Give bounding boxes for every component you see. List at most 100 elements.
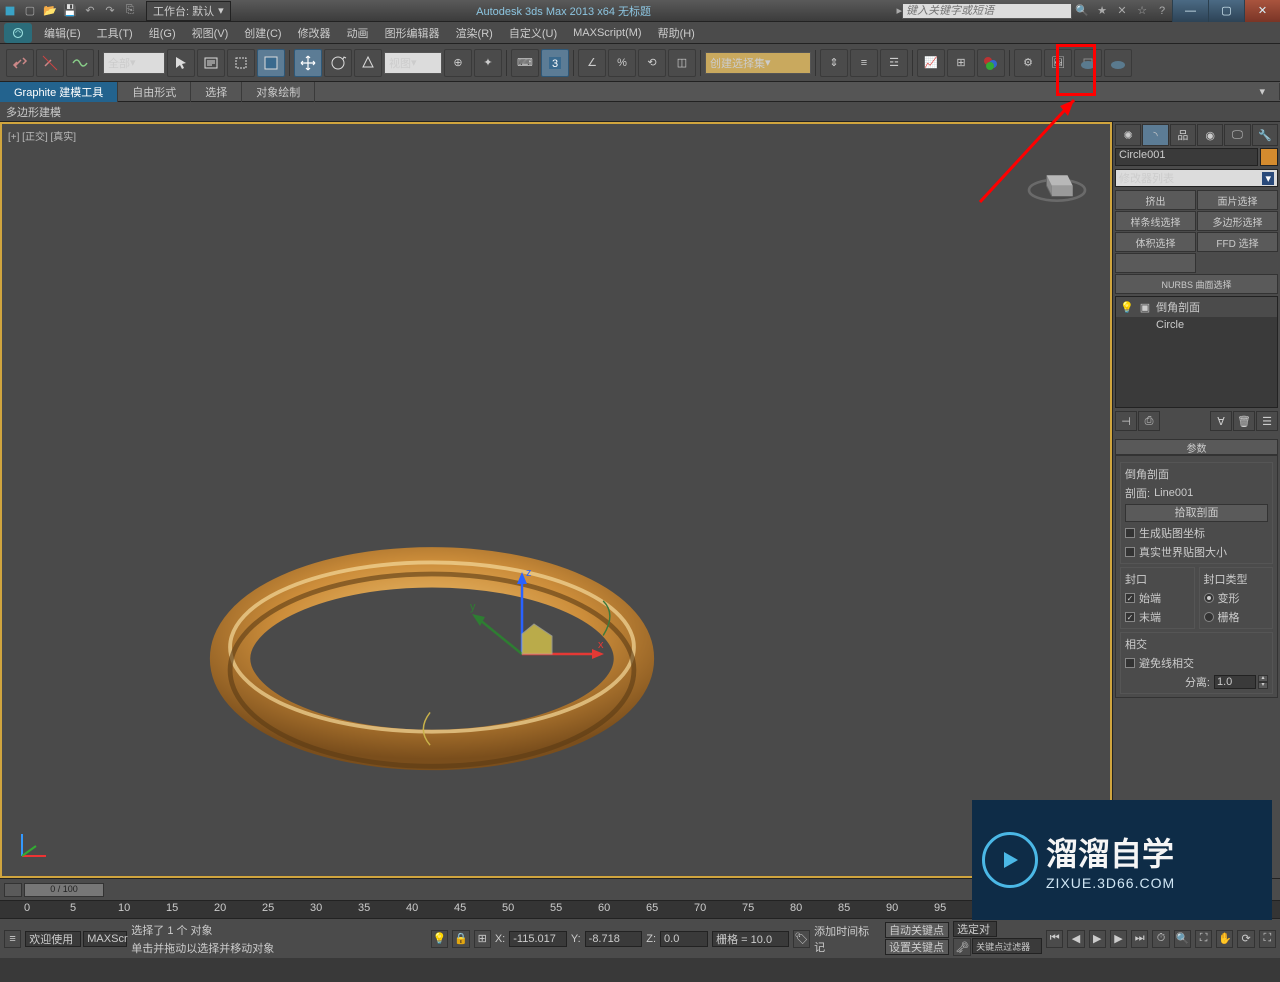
maxscript-label[interactable]: MAXScr — [83, 931, 127, 947]
morph-radio[interactable] — [1204, 593, 1214, 603]
manipulate-icon[interactable]: ✦ — [474, 49, 502, 77]
search-icon[interactable]: 🔍 — [1073, 3, 1091, 19]
pick-profile-button[interactable]: 拾取剖面 — [1125, 504, 1268, 522]
app-menu-button[interactable] — [4, 23, 32, 43]
viewport[interactable]: [+] [正交] [真实] — [0, 122, 1112, 878]
menu-modifiers[interactable]: 修改器 — [290, 23, 339, 43]
mod-btn-ffdsel[interactable]: FFD 选择 — [1197, 232, 1278, 252]
menu-tools[interactable]: 工具(T) — [89, 23, 141, 43]
separate-spinner[interactable]: 1.0▴▾ — [1214, 675, 1268, 689]
rollout-header-params[interactable]: 参数 — [1115, 439, 1278, 455]
pan-icon[interactable]: ✋ — [1216, 930, 1233, 948]
menu-edit[interactable]: 编辑(E) — [36, 23, 89, 43]
time-config-icon[interactable]: ⏱ — [1152, 930, 1169, 948]
workspace-dropdown[interactable]: 工作台: 默认▾ — [146, 1, 231, 21]
menu-maxscript[interactable]: MAXScript(M) — [565, 25, 649, 41]
show-end-icon[interactable]: ⎙ — [1138, 411, 1160, 431]
material-editor-icon[interactable] — [977, 49, 1005, 77]
help-icon[interactable]: ? — [1153, 3, 1171, 19]
key-icon[interactable]: 🗝 — [953, 938, 971, 956]
stack-item-circle[interactable]: Circle — [1116, 317, 1277, 333]
new-icon[interactable]: ▢ — [21, 3, 39, 19]
selection-filter-dropdown[interactable]: 全部▾ — [103, 52, 165, 74]
rendered-frame-icon[interactable]: 🖼 — [1044, 49, 1072, 77]
select-by-name-icon[interactable] — [197, 49, 225, 77]
utilities-tab-icon[interactable]: 🔧 — [1252, 124, 1278, 146]
prev-frame-icon[interactable]: ◀ — [1067, 930, 1084, 948]
ribbon-tab-selection[interactable]: 选择 — [191, 82, 242, 102]
sat-icon[interactable]: ☆ — [1133, 3, 1151, 19]
keyboard-shortcut-icon[interactable]: ⌨ — [511, 49, 539, 77]
keyfilter-button[interactable]: 关键点过滤器 — [972, 938, 1042, 954]
mod-btn-polysel[interactable]: 多边形选择 — [1197, 211, 1278, 231]
goto-start-icon[interactable]: ⏮ — [1046, 930, 1063, 948]
mod-btn-nurbs[interactable]: NURBS 曲面选择 — [1115, 274, 1278, 294]
pivot-icon[interactable]: ⊕ — [444, 49, 472, 77]
ribbon-tab-freeform[interactable]: 自由形式 — [118, 82, 191, 102]
snap-toggle-icon[interactable]: 3 — [541, 49, 569, 77]
lock-selection-icon[interactable]: 🔒 — [452, 930, 469, 948]
schematic-view-icon[interactable]: ⊞ — [947, 49, 975, 77]
slider-end-icon[interactable] — [4, 883, 22, 897]
menu-customize[interactable]: 自定义(U) — [501, 23, 565, 43]
avoid-intersect-checkbox[interactable] — [1125, 658, 1135, 668]
modifier-stack[interactable]: 💡▣ 倒角剖面 Circle — [1115, 296, 1278, 408]
autokey-button[interactable]: 自动关键点 — [885, 922, 949, 938]
gen-uv-checkbox[interactable] — [1125, 528, 1135, 538]
bind-spacewarp-icon[interactable] — [66, 49, 94, 77]
minimize-button[interactable]: — — [1172, 0, 1208, 22]
object-name-input[interactable]: Circle001 — [1115, 148, 1258, 166]
menu-views[interactable]: 视图(V) — [184, 23, 237, 43]
undo-icon[interactable]: ↶ — [81, 3, 99, 19]
motion-tab-icon[interactable]: ◉ — [1197, 124, 1223, 146]
make-unique-icon[interactable]: ∀ — [1210, 411, 1232, 431]
move-tool-icon[interactable] — [294, 49, 322, 77]
fav-icon[interactable]: ★ — [1093, 3, 1111, 19]
ribbon-panel-label[interactable]: 多边形建模 — [6, 104, 61, 120]
menu-group[interactable]: 组(G) — [141, 23, 184, 43]
menu-grapheditors[interactable]: 图形编辑器 — [377, 23, 448, 43]
select-object-icon[interactable] — [167, 49, 195, 77]
menu-help[interactable]: 帮助(H) — [650, 23, 703, 43]
exchange-icon[interactable]: ✕ — [1113, 3, 1131, 19]
orbit-icon[interactable]: ⟳ — [1237, 930, 1254, 948]
viewcube[interactable] — [1022, 142, 1092, 212]
ribbon-tab-objectpaint[interactable]: 对象绘制 — [242, 82, 315, 102]
unlink-tool-icon[interactable] — [36, 49, 64, 77]
close-button[interactable]: ✕ — [1244, 0, 1280, 22]
angle-snap-icon[interactable]: ∠ — [578, 49, 606, 77]
edged-faces-icon[interactable]: ◫ — [668, 49, 696, 77]
hierarchy-tab-icon[interactable]: 品 — [1170, 124, 1196, 146]
modifier-list-dropdown[interactable]: 修改器列表▾ — [1115, 169, 1278, 187]
viewport-label[interactable]: [+] [正交] [真实] — [8, 128, 76, 143]
mod-btn-extrude[interactable]: 挤出 — [1115, 190, 1196, 210]
add-time-tag-label[interactable]: 添加时间标记 — [814, 923, 877, 955]
ref-coord-dropdown[interactable]: 视图▾ — [384, 52, 442, 74]
mod-btn-patchsel[interactable]: 面片选择 — [1197, 190, 1278, 210]
window-crossing-icon[interactable] — [257, 49, 285, 77]
coord-z[interactable]: 0.0 — [660, 931, 708, 947]
curve-editor-icon[interactable]: 📈 — [917, 49, 945, 77]
rotate-tool-icon[interactable] — [324, 49, 352, 77]
isolate-icon[interactable]: 💡 — [431, 930, 448, 948]
select-region-icon[interactable] — [227, 49, 255, 77]
layers-icon[interactable]: ☲ — [880, 49, 908, 77]
eye-icon[interactable]: 💡 — [1120, 301, 1134, 314]
link-icon[interactable]: ⎘ — [121, 3, 139, 19]
menu-animation[interactable]: 动画 — [339, 23, 377, 43]
menu-rendering[interactable]: 渲染(R) — [448, 23, 501, 43]
object-color-swatch[interactable] — [1260, 148, 1278, 166]
mod-btn-empty[interactable] — [1115, 253, 1196, 273]
align-icon[interactable]: ≡ — [850, 49, 878, 77]
transform-gizmo[interactable]: z x y — [452, 564, 612, 724]
mod-btn-volsel[interactable]: 体积选择 — [1115, 232, 1196, 252]
ribbon-flyout-icon[interactable]: ▾ — [1245, 83, 1280, 100]
cap-end-checkbox[interactable]: ✓ — [1125, 612, 1135, 622]
render-iterative-icon[interactable] — [1104, 49, 1132, 77]
scale-tool-icon[interactable] — [354, 49, 382, 77]
render-production-icon[interactable] — [1074, 49, 1102, 77]
spinner-snap-icon[interactable]: ⟲ — [638, 49, 666, 77]
remove-mod-icon[interactable]: 🗑 — [1233, 411, 1255, 431]
realworld-checkbox[interactable] — [1125, 547, 1135, 557]
open-icon[interactable]: 📂 — [41, 3, 59, 19]
